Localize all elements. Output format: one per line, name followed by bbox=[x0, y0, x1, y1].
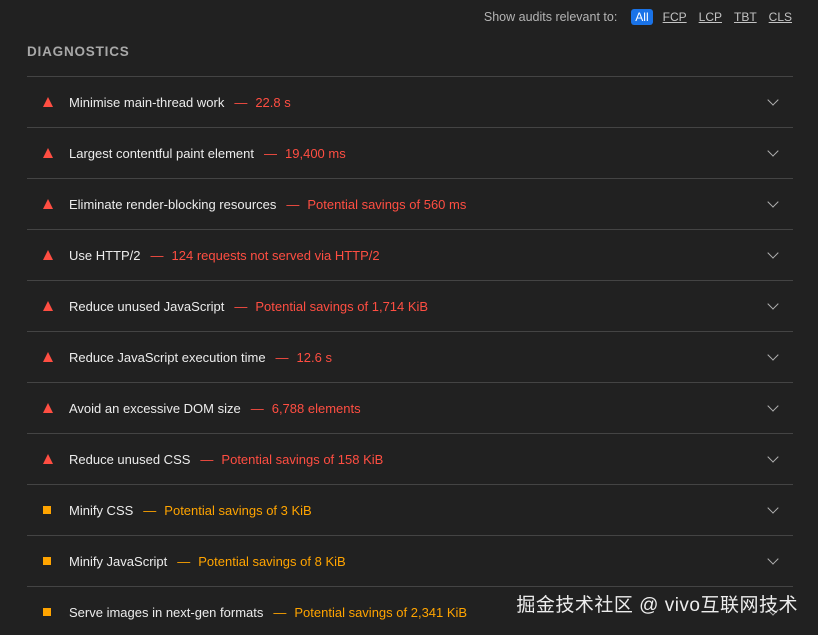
audit-row[interactable]: Minify CSS — Potential savings of 3 KiB bbox=[27, 485, 793, 536]
audit-title: Largest contentful paint element bbox=[69, 145, 255, 161]
section-title: DIAGNOSTICS bbox=[27, 44, 130, 59]
chevron-down-icon[interactable] bbox=[767, 145, 779, 157]
audit-row[interactable]: Reduce JavaScript execution time — 12.6 … bbox=[27, 332, 793, 383]
filter-label: Show audits relevant to: bbox=[483, 10, 618, 24]
audit-title: Reduce JavaScript execution time bbox=[69, 349, 266, 365]
filter-all-button[interactable]: All bbox=[631, 9, 653, 25]
warning-triangle-icon bbox=[27, 148, 69, 158]
audit-row[interactable]: Eliminate render-blocking resources — Po… bbox=[27, 179, 793, 230]
audit-separator: — bbox=[250, 400, 264, 416]
warning-triangle-icon bbox=[27, 199, 69, 209]
audit-filter-bar: Show audits relevant to: All FCP LCP TBT… bbox=[484, 8, 794, 26]
audit-title: Eliminate render-blocking resources bbox=[69, 196, 277, 212]
audit-value: Potential savings of 8 KiB bbox=[198, 553, 346, 569]
audit-value: Potential savings of 3 KiB bbox=[164, 502, 312, 518]
filter-cls-button[interactable]: CLS bbox=[767, 9, 794, 25]
warning-triangle-icon bbox=[27, 250, 69, 260]
audit-title: Minify CSS bbox=[69, 502, 134, 518]
chevron-down-icon[interactable] bbox=[767, 247, 779, 259]
audit-row[interactable]: Reduce unused CSS — Potential savings of… bbox=[27, 434, 793, 485]
chevron-down-icon[interactable] bbox=[767, 196, 779, 208]
average-square-icon bbox=[27, 557, 69, 565]
audit-row[interactable]: Avoid an excessive DOM size — 6,788 elem… bbox=[27, 383, 793, 434]
audit-value: 124 requests not served via HTTP/2 bbox=[171, 247, 380, 263]
audit-row[interactable]: Largest contentful paint element — 19,40… bbox=[27, 128, 793, 179]
audit-separator: — bbox=[264, 145, 278, 161]
warning-triangle-icon bbox=[27, 454, 69, 464]
audit-title: Reduce unused JavaScript bbox=[69, 298, 225, 314]
audit-value: Potential savings of 1,714 KiB bbox=[255, 298, 429, 314]
audit-row[interactable]: Reduce unused JavaScript — Potential sav… bbox=[27, 281, 793, 332]
audit-value: Potential savings of 158 KiB bbox=[221, 451, 384, 467]
chevron-down-icon[interactable] bbox=[767, 94, 779, 106]
chevron-down-icon[interactable] bbox=[767, 298, 779, 310]
audit-value: 6,788 elements bbox=[271, 400, 361, 416]
filter-lcp-button[interactable]: LCP bbox=[697, 9, 724, 25]
audit-title: Minimise main-thread work bbox=[69, 94, 225, 110]
average-square-icon bbox=[27, 506, 69, 514]
audit-value: 22.8 s bbox=[255, 94, 291, 110]
audit-separator: — bbox=[177, 553, 191, 569]
warning-triangle-icon bbox=[27, 301, 69, 311]
chevron-down-icon[interactable] bbox=[767, 349, 779, 361]
audit-title: Avoid an excessive DOM size bbox=[69, 400, 241, 416]
chevron-down-icon[interactable] bbox=[767, 502, 779, 514]
warning-triangle-icon bbox=[27, 403, 69, 413]
filter-tbt-button[interactable]: TBT bbox=[732, 9, 759, 25]
average-square-icon bbox=[27, 608, 69, 616]
audit-separator: — bbox=[234, 94, 248, 110]
audit-title: Serve images in next-gen formats bbox=[69, 604, 264, 620]
audit-value: 19,400 ms bbox=[285, 145, 346, 161]
audit-separator: — bbox=[143, 502, 157, 518]
filter-fcp-button[interactable]: FCP bbox=[661, 9, 689, 25]
audit-separator: — bbox=[150, 247, 164, 263]
audit-value: Potential savings of 560 ms bbox=[307, 196, 467, 212]
watermark: 掘金技术社区 @ vivo互联网技术 bbox=[516, 595, 798, 616]
audit-title: Use HTTP/2 bbox=[69, 247, 141, 263]
warning-triangle-icon bbox=[27, 352, 69, 362]
audit-title: Reduce unused CSS bbox=[69, 451, 191, 467]
audit-value: 12.6 s bbox=[296, 349, 332, 365]
audit-separator: — bbox=[273, 604, 287, 620]
audit-separator: — bbox=[234, 298, 248, 314]
audit-value: Potential savings of 2,341 KiB bbox=[294, 604, 468, 620]
warning-triangle-icon bbox=[27, 97, 69, 107]
chevron-down-icon[interactable] bbox=[767, 400, 779, 412]
audit-separator: — bbox=[275, 349, 289, 365]
audit-row[interactable]: Minimise main-thread work — 22.8 s bbox=[27, 77, 793, 128]
audit-row[interactable]: Use HTTP/2 — 124 requests not served via… bbox=[27, 230, 793, 281]
audit-separator: — bbox=[286, 196, 300, 212]
audit-separator: — bbox=[200, 451, 214, 467]
audit-row[interactable]: Minify JavaScript — Potential savings of… bbox=[27, 536, 793, 587]
audit-list: Minimise main-thread work — 22.8 s Large… bbox=[27, 76, 793, 635]
lighthouse-report: Show audits relevant to: All FCP LCP TBT… bbox=[0, 0, 818, 635]
chevron-down-icon[interactable] bbox=[767, 553, 779, 565]
audit-title: Minify JavaScript bbox=[69, 553, 168, 569]
chevron-down-icon[interactable] bbox=[767, 451, 779, 463]
